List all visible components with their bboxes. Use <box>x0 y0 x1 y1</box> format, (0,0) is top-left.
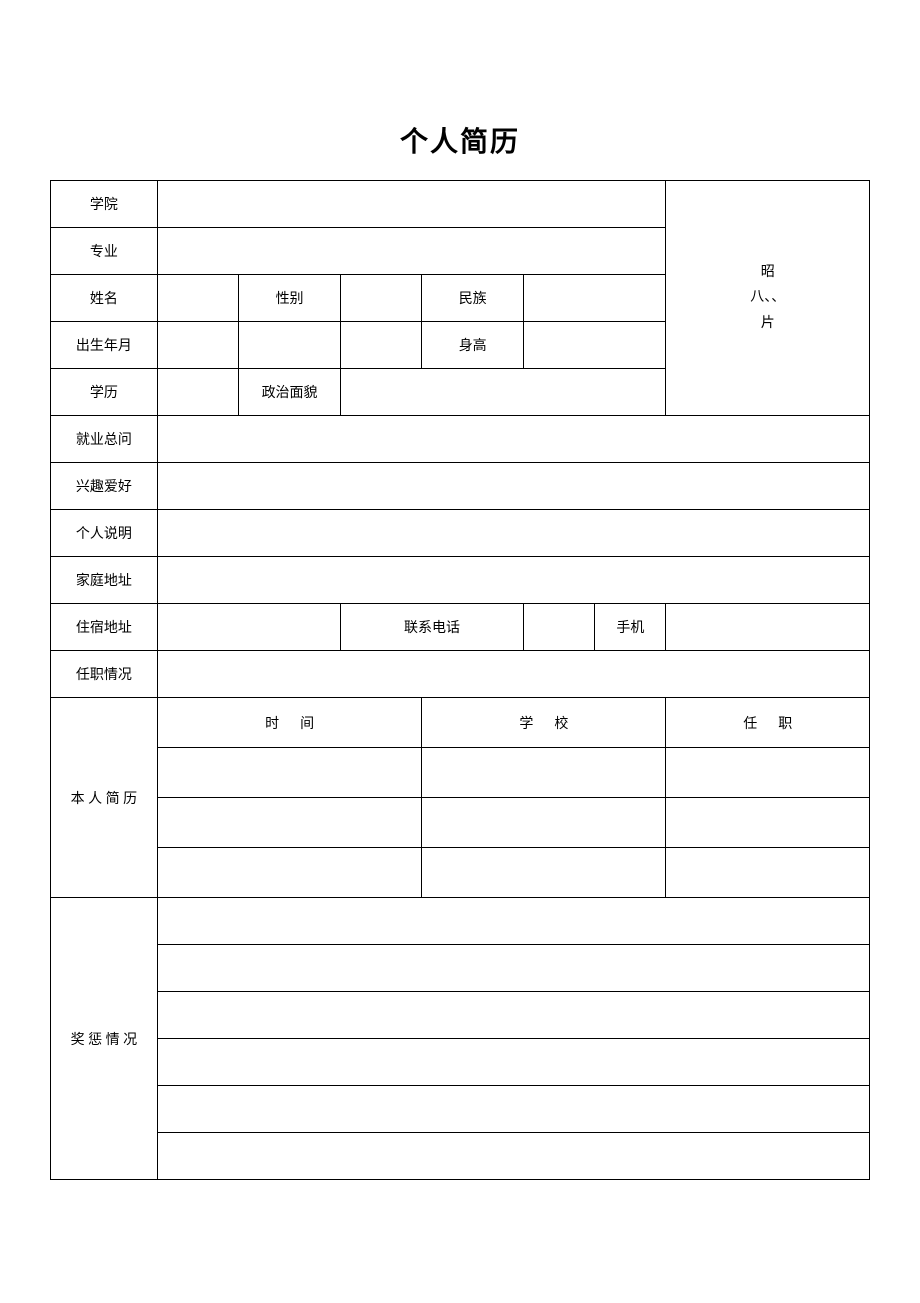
resume-position-0 <box>666 748 870 798</box>
label-rewards: 奖 惩 情 况 <box>51 898 158 1180</box>
value-birth-extra <box>239 322 341 369</box>
value-gender <box>340 275 421 322</box>
photo-text-1: 昭 <box>668 260 867 285</box>
page-title: 个人简历 <box>50 120 870 160</box>
value-ethnicity <box>524 275 666 322</box>
photo-placeholder: 昭 八、、 片 <box>666 181 870 416</box>
photo-text-2: 八、、 <box>668 285 867 310</box>
value-name <box>157 275 238 322</box>
value-personal-desc <box>157 510 869 557</box>
value-position-status <box>157 651 869 698</box>
label-politics: 政治面貌 <box>239 369 341 416</box>
resume-time-0 <box>157 748 422 798</box>
label-mobile: 手机 <box>595 604 666 651</box>
value-politics <box>340 369 666 416</box>
value-college <box>157 181 666 228</box>
label-gender: 性别 <box>239 275 341 322</box>
label-name: 姓名 <box>51 275 158 322</box>
resume-position-2 <box>666 848 870 898</box>
label-dorm-address: 住宿地址 <box>51 604 158 651</box>
resume-time-1 <box>157 798 422 848</box>
value-home-address <box>157 557 869 604</box>
label-contact-phone: 联系电话 <box>340 604 523 651</box>
label-height: 身高 <box>422 322 524 369</box>
resume-school-1 <box>422 798 666 848</box>
resume-school-2 <box>422 848 666 898</box>
label-position-status: 任职情况 <box>51 651 158 698</box>
header-school: 学 校 <box>422 698 666 748</box>
resume-school-0 <box>422 748 666 798</box>
value-major <box>157 228 666 275</box>
reward-4 <box>157 1086 869 1133</box>
reward-1 <box>157 945 869 992</box>
header-position: 任 职 <box>666 698 870 748</box>
value-dorm-address <box>157 604 340 651</box>
reward-3 <box>157 1039 869 1086</box>
resume-position-1 <box>666 798 870 848</box>
value-birth <box>157 322 238 369</box>
resume-time-2 <box>157 848 422 898</box>
label-employment: 就业总问 <box>51 416 158 463</box>
label-education: 学历 <box>51 369 158 416</box>
label-home-address: 家庭地址 <box>51 557 158 604</box>
reward-2 <box>157 992 869 1039</box>
label-resume: 本 人 简 历 <box>51 698 158 898</box>
value-birth-extra2 <box>340 322 421 369</box>
value-contact-phone <box>524 604 595 651</box>
value-education <box>157 369 238 416</box>
photo-text-3: 片 <box>668 311 867 336</box>
value-employment <box>157 416 869 463</box>
reward-5 <box>157 1133 869 1180</box>
label-personal-desc: 个人说明 <box>51 510 158 557</box>
label-ethnicity: 民族 <box>422 275 524 322</box>
value-mobile <box>666 604 870 651</box>
header-time: 时 间 <box>157 698 422 748</box>
value-height <box>524 322 666 369</box>
reward-0 <box>157 898 869 945</box>
resume-table: 学院 昭 八、、 片 专业 姓名 性别 民族 出生年月 身高 学历 政治面貌 就… <box>50 180 870 1180</box>
value-hobby <box>157 463 869 510</box>
label-college: 学院 <box>51 181 158 228</box>
label-hobby: 兴趣爱好 <box>51 463 158 510</box>
label-major: 专业 <box>51 228 158 275</box>
label-birth: 出生年月 <box>51 322 158 369</box>
